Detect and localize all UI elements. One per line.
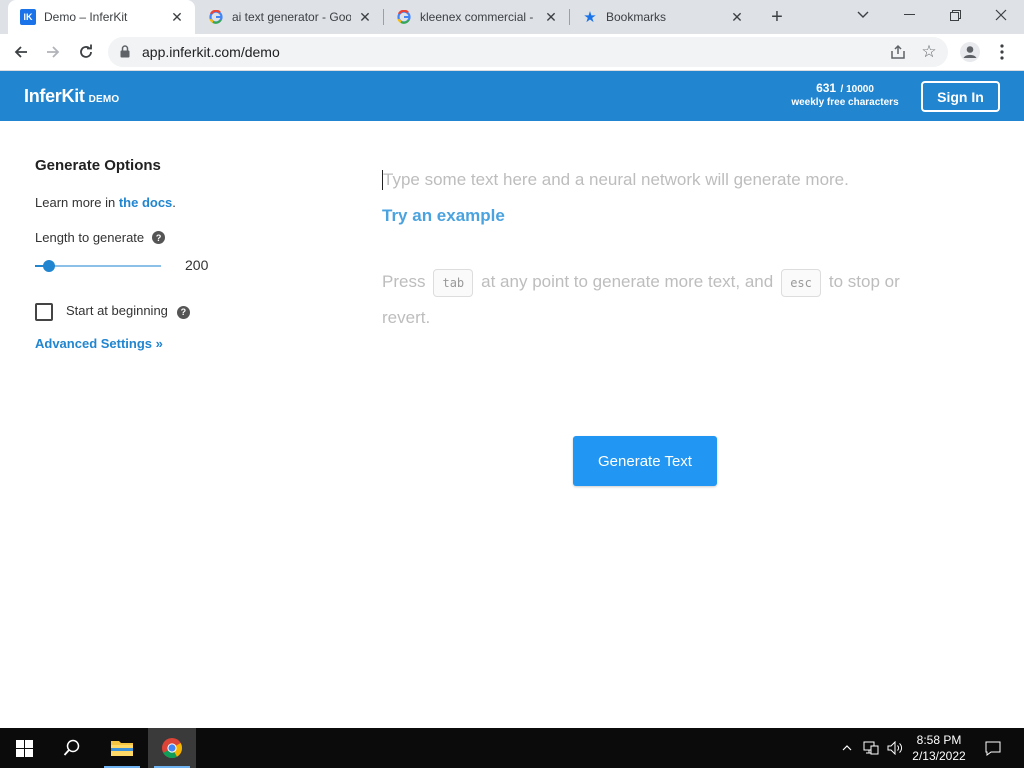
forward-button[interactable] (40, 39, 66, 65)
tab-title: ai text generator - Goo (232, 10, 351, 24)
star-icon: ★ (583, 9, 597, 26)
profile-button[interactable] (957, 39, 983, 65)
close-tab-icon[interactable]: ✕ (729, 9, 745, 25)
character-quota: 631 / 10000 weekly free characters (782, 81, 908, 109)
browser-tab-strip: IK Demo – InferKit ✕ ai text generator -… (0, 0, 1024, 34)
clock-date: 2/13/2022 (912, 749, 966, 763)
start-button[interactable] (0, 728, 48, 768)
tab-kleenex-commercial[interactable]: kleenex commercial - G ✕ (384, 0, 569, 34)
length-to-generate-row: Length to generate ? (35, 230, 166, 245)
generate-text-button[interactable]: Generate Text (573, 436, 717, 486)
close-tab-icon[interactable]: ✕ (357, 9, 373, 25)
length-label: Length to generate (35, 230, 145, 245)
minimize-button[interactable] (886, 0, 932, 30)
inferkit-logo[interactable]: InferKit DEMO (24, 86, 119, 107)
chrome-taskbar-button[interactable] (148, 728, 196, 768)
sign-in-button[interactable]: Sign In (921, 81, 1000, 112)
url-text: app.inferkit.com/demo (142, 44, 280, 60)
browser-toolbar: app.inferkit.com/demo ☆ (0, 34, 1024, 71)
tab-title: Demo – InferKit (44, 10, 128, 24)
tab-ai-text-generator[interactable]: ai text generator - Goo ✕ (196, 0, 383, 34)
folder-icon (111, 741, 133, 756)
inferkit-favicon-icon: IK (20, 9, 36, 25)
arrow-left-icon (14, 46, 27, 58)
char-count: 631 (816, 81, 837, 95)
site-header: InferKit DEMO 631 / 10000 weekly free cha… (0, 71, 1024, 121)
char-quota-label: weekly free characters (791, 97, 899, 108)
share-icon[interactable] (889, 43, 907, 61)
new-tab-button[interactable]: + (766, 6, 788, 28)
restore-button[interactable] (932, 0, 978, 30)
chrome-icon (162, 738, 183, 759)
hint-prefix: Press (382, 272, 426, 291)
demo-badge: DEMO (88, 94, 120, 105)
notifications-button[interactable] (978, 728, 1008, 768)
search-icon (63, 739, 80, 756)
google-g-icon (208, 9, 224, 25)
help-question-icon[interactable]: ? (176, 305, 190, 319)
tab-title: kleenex commercial - G (420, 10, 537, 24)
close-tab-icon[interactable]: ✕ (169, 9, 185, 25)
learn-more-suffix: . (172, 195, 176, 210)
reload-button[interactable] (73, 39, 99, 65)
menu-kebab-button[interactable] (989, 39, 1015, 65)
close-tab-icon[interactable]: ✕ (543, 9, 559, 25)
address-bar[interactable]: app.inferkit.com/demo ☆ (108, 37, 948, 67)
tab-key-badge: tab (433, 268, 474, 297)
reload-icon (80, 44, 92, 58)
generate-options-heading: Generate Options (35, 157, 161, 174)
char-limit: / 10000 (840, 84, 874, 95)
tab-bookmarks[interactable]: ★ Bookmarks ✕ (570, 0, 755, 34)
editor-placeholder[interactable]: Type some text here and a neural network… (383, 170, 849, 190)
windows-taskbar: 8:58 PM 2/13/2022 (0, 728, 1024, 768)
show-hidden-icons-chevron-up-icon[interactable] (838, 728, 856, 768)
tab-inferkit[interactable]: IK Demo – InferKit ✕ (8, 0, 195, 34)
profile-avatar-icon (960, 42, 980, 62)
length-slider[interactable] (35, 260, 161, 272)
windows-logo-icon (15, 739, 33, 757)
google-g-icon (396, 9, 412, 25)
advanced-settings-link[interactable]: Advanced Settings » (35, 336, 163, 351)
notification-chat-icon (985, 741, 1001, 756)
system-clock[interactable]: 8:58 PM 2/13/2022 (900, 732, 978, 764)
learn-more-prefix: Learn more in (35, 195, 119, 210)
clock-time: 8:58 PM (916, 733, 962, 747)
esc-key-badge: esc (781, 268, 821, 297)
start-at-beginning-row: Start at beginning ? (35, 299, 190, 321)
back-button[interactable] (8, 39, 34, 65)
close-window-button[interactable] (978, 0, 1024, 30)
length-value: 200 (185, 257, 209, 273)
help-question-icon[interactable]: ? (152, 231, 166, 244)
logo-text: InferKit (24, 86, 85, 106)
slider-thumb[interactable] (43, 260, 55, 272)
tab-title: Bookmarks (606, 10, 667, 24)
lock-icon[interactable] (120, 45, 130, 63)
try-example-link[interactable]: Try an example (382, 206, 505, 226)
docs-link[interactable]: the docs (119, 195, 172, 210)
network-icon[interactable] (860, 728, 882, 768)
arrow-right-icon (47, 46, 60, 58)
hint-middle: at any point to generate more text, and (481, 272, 774, 291)
bookmark-star-icon[interactable]: ☆ (920, 42, 938, 61)
more-vert-icon (1000, 44, 1004, 60)
tab-search-chevron-down-icon[interactable] (840, 0, 886, 30)
keyboard-hint: Press tab at any point to generate more te… (382, 264, 922, 336)
start-at-beginning-label[interactable]: Start at beginning (66, 303, 168, 318)
learn-more-text: Learn more in the docs. (35, 195, 176, 210)
start-at-beginning-checkbox[interactable] (35, 303, 53, 321)
search-button[interactable] (48, 728, 96, 768)
file-explorer-button[interactable] (98, 728, 146, 768)
